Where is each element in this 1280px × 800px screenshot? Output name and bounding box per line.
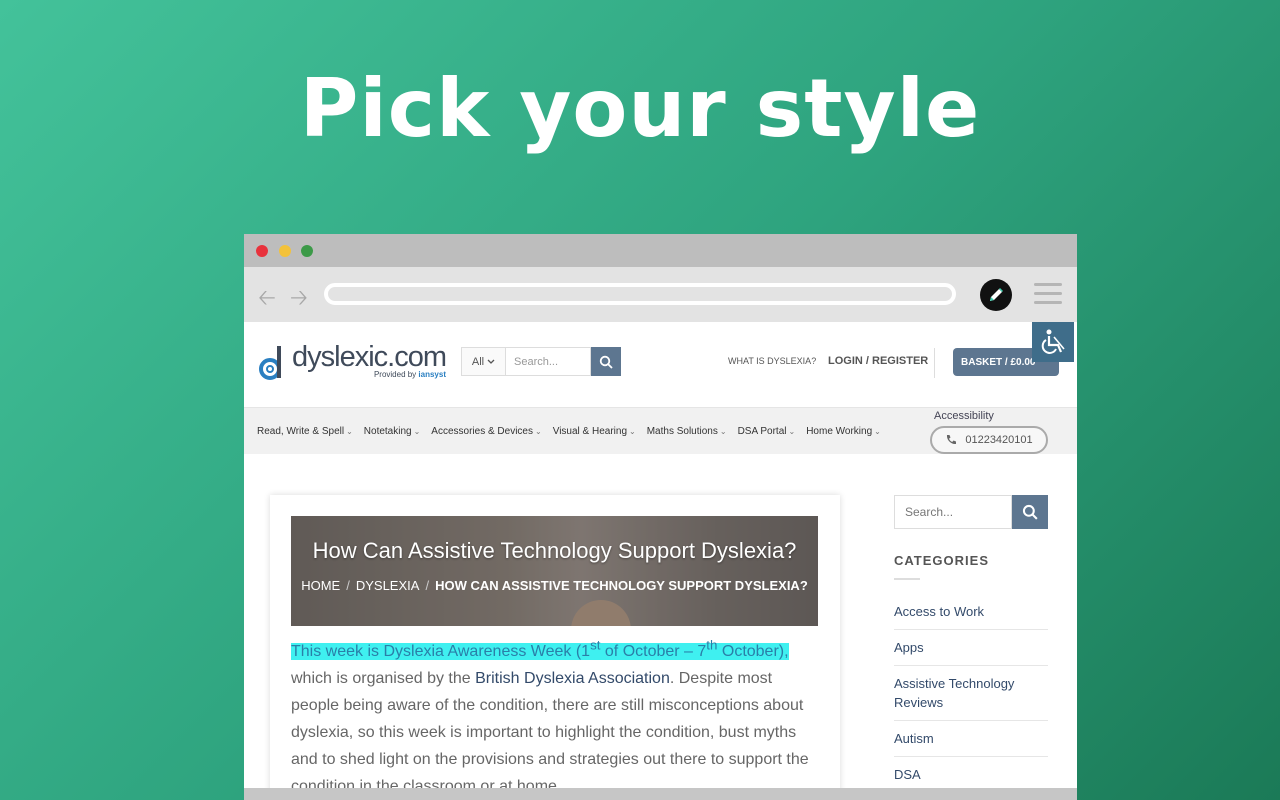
logo-mark-icon — [259, 346, 281, 380]
maximize-window-button[interactable] — [301, 245, 313, 257]
chevron-down-icon: ⌄ — [535, 427, 542, 436]
categories-rule — [894, 578, 920, 580]
nav-item-accessories-devices[interactable]: Accessories & Devices ⌄ — [431, 426, 541, 437]
sidebar: Search... CATEGORIES Access to Work Apps… — [894, 495, 1048, 793]
nav-item-home-working[interactable]: Home Working ⌄ — [806, 426, 881, 437]
what-is-dyslexia-link[interactable]: WHAT IS DYSLEXIA? — [728, 356, 816, 366]
close-window-button[interactable] — [256, 245, 268, 257]
chevron-down-icon: ⌄ — [346, 427, 353, 436]
bda-link[interactable]: British Dyslexia Association — [475, 670, 670, 687]
phone-icon — [947, 435, 957, 445]
browser-window: 🡠 🡢 dyslexic.com Provided by iansyst All… — [244, 234, 1077, 800]
chevron-down-icon: ⌄ — [874, 427, 881, 436]
search-button[interactable] — [591, 347, 621, 376]
chevron-down-icon — [487, 359, 495, 364]
minimize-window-button[interactable] — [279, 245, 291, 257]
breadcrumb-dyslexia[interactable]: DYSLEXIA — [356, 578, 420, 593]
accessibility-label: Accessibility — [934, 410, 994, 422]
header-search: All Search... — [461, 347, 621, 376]
search-input[interactable]: Search... — [506, 347, 591, 376]
article-body: This week is Dyslexia Awareness Week (1s… — [291, 638, 809, 796]
search-category-select[interactable]: All — [461, 347, 506, 376]
category-autism[interactable]: Autism — [894, 721, 1048, 757]
breadcrumb: HOME / DYSLEXIA / HOW CAN ASSISTIVE TECHNOLO… — [301, 578, 808, 593]
browser-toolbar: 🡠 🡢 — [244, 267, 1077, 322]
hero-title: Pick your style — [299, 62, 981, 155]
forward-arrow-icon[interactable]: 🡢 — [290, 281, 308, 319]
address-bar[interactable] — [324, 283, 956, 305]
categories-list: Access to Work Apps Assistive Technology… — [894, 594, 1048, 793]
breadcrumb-home[interactable]: HOME — [301, 578, 340, 593]
nav-item-dsa-portal[interactable]: DSA Portal ⌄ — [738, 426, 796, 437]
highlighted-text: This week is Dyslexia Awareness Week (1s… — [291, 638, 789, 661]
categories-heading: CATEGORIES — [894, 553, 989, 568]
article-title: How Can Assistive Technology Support Dys… — [312, 538, 797, 563]
page-content: How Can Assistive Technology Support Dys… — [244, 455, 1077, 800]
sidebar-search: Search... — [894, 495, 1048, 529]
category-apps[interactable]: Apps — [894, 630, 1048, 666]
phone-button[interactable]: 01223420101 — [930, 426, 1048, 454]
title-bar — [244, 234, 1077, 267]
search-icon — [599, 355, 613, 369]
site-header: dyslexic.com Provided by iansyst All Sea… — [244, 322, 1077, 407]
hamburger-menu-icon[interactable] — [1034, 283, 1062, 310]
nav-item-read-write-spell[interactable]: Read, Write & Spell ⌄ — [257, 426, 353, 437]
logo-wordmark: dyslexic.com — [292, 341, 447, 373]
nav-item-maths-solutions[interactable]: Maths Solutions ⌄ — [647, 426, 727, 437]
article-card: How Can Assistive Technology Support Dys… — [270, 495, 840, 800]
sidebar-search-input[interactable]: Search... — [894, 495, 1012, 529]
sidebar-search-button[interactable] — [1012, 495, 1048, 529]
header-divider — [934, 348, 935, 378]
search-icon — [1022, 504, 1038, 520]
browser-bottom-bar — [244, 788, 1077, 800]
category-assistive-technology-reviews[interactable]: Assistive Technology Reviews — [894, 666, 1048, 721]
chevron-down-icon: ⌄ — [629, 427, 636, 436]
wheelchair-icon[interactable] — [1032, 322, 1074, 362]
chevron-down-icon: ⌄ — [719, 427, 727, 436]
chevron-down-icon: ⌄ — [413, 427, 421, 436]
pen-extension-icon[interactable] — [980, 279, 1012, 311]
back-arrow-icon[interactable]: 🡠 — [258, 281, 276, 319]
nav-item-visual-hearing[interactable]: Visual & Hearing ⌄ — [553, 426, 636, 437]
breadcrumb-current: HOW CAN ASSISTIVE TECHNOLOGY SUPPORT DYS… — [435, 578, 808, 593]
chevron-down-icon: ⌄ — [788, 427, 796, 436]
site-logo[interactable]: dyslexic.com Provided by iansyst — [258, 341, 447, 382]
category-access-to-work[interactable]: Access to Work — [894, 594, 1048, 630]
login-register-link[interactable]: LOGIN / REGISTER — [828, 355, 928, 367]
article-hero-image: How Can Assistive Technology Support Dys… — [291, 516, 818, 626]
nav-item-notetaking[interactable]: Notetaking ⌄ — [364, 426, 421, 437]
